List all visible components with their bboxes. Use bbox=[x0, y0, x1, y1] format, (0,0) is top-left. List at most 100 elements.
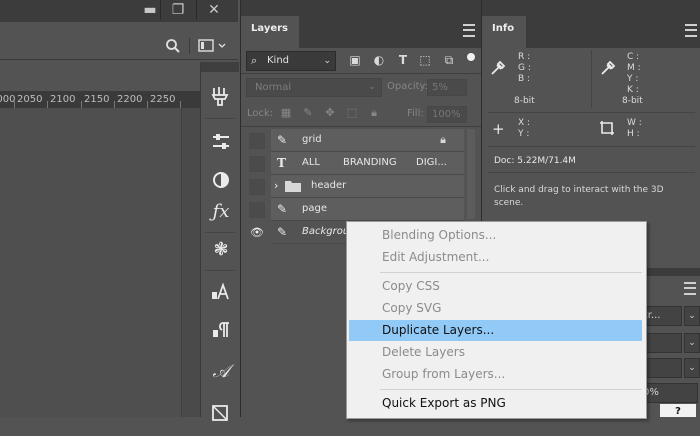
dock-grip[interactable] bbox=[201, 62, 239, 72]
b-label: B : bbox=[518, 74, 531, 84]
menu-item-copy-css[interactable]: Copy CSS bbox=[349, 276, 642, 297]
visibility-toggle[interactable] bbox=[249, 179, 265, 195]
divider bbox=[488, 112, 695, 113]
ruler-tick bbox=[114, 101, 115, 108]
bit-depth-right: 8-bit bbox=[622, 96, 643, 106]
layer-row-grid[interactable]: ✎ grid 🔒︎ bbox=[241, 129, 466, 152]
pixel-filter-icon[interactable]: ▣ bbox=[347, 52, 363, 68]
divider bbox=[488, 146, 695, 147]
panel-menu-icon[interactable] bbox=[685, 24, 697, 37]
visibility-toggle[interactable] bbox=[249, 133, 265, 149]
eyedropper-icon bbox=[491, 60, 506, 75]
chevron-down-icon: ⌄ bbox=[368, 82, 376, 92]
chevron-down-icon[interactable]: ⌄ bbox=[684, 358, 700, 378]
opacity-field[interactable]: 5% bbox=[427, 79, 467, 96]
search-icon[interactable] bbox=[165, 38, 181, 54]
type-layer-icon: T bbox=[277, 156, 286, 170]
shape-filter-icon[interactable]: ⬚ bbox=[417, 52, 433, 68]
layer-row-header[interactable]: › header bbox=[241, 175, 466, 198]
lock-label: Lock: bbox=[247, 108, 274, 119]
canvas-area[interactable] bbox=[0, 108, 181, 417]
ruler-tick bbox=[147, 101, 148, 108]
blend-mode-select[interactable]: Normal ⌄ bbox=[246, 78, 382, 97]
glyphs-icon[interactable]: 𝒜 bbox=[205, 356, 237, 388]
menu-item-blending-options[interactable]: Blending Options... bbox=[349, 225, 642, 246]
menu-item-delete-layers[interactable]: Delete Layers bbox=[349, 342, 642, 363]
menu-item-copy-svg[interactable]: Copy SVG bbox=[349, 298, 642, 319]
filter-kind-value: Kind bbox=[267, 55, 290, 66]
filter-kind-select[interactable]: ⌕ Kind ⌄ bbox=[246, 51, 336, 71]
chevron-down-icon[interactable]: ⌄ bbox=[684, 306, 700, 326]
y-coord-label: Y : bbox=[518, 129, 530, 139]
tab-layers[interactable]: Layers bbox=[241, 16, 299, 48]
brush-icon: ✎ bbox=[277, 202, 288, 216]
h-label: H : bbox=[627, 129, 640, 139]
brush-icon: ✎ bbox=[277, 133, 288, 147]
layer-body[interactable]: T ALL BRANDING DIGI... bbox=[271, 152, 464, 175]
close-button[interactable]: ✕ bbox=[196, 0, 231, 20]
adjust-icon[interactable] bbox=[205, 126, 237, 158]
folder-icon bbox=[285, 181, 301, 192]
layer-name-word: BRANDING bbox=[343, 157, 397, 168]
lock-transparent-icon[interactable]: ▦ bbox=[279, 106, 293, 120]
adjustment-filter-icon[interactable]: ◐ bbox=[371, 52, 387, 68]
styles-icon[interactable]: ƒx bbox=[205, 196, 237, 228]
type-filter-icon[interactable]: T bbox=[395, 52, 411, 68]
restore-button[interactable]: ❐ bbox=[160, 0, 195, 20]
smart-object-filter-icon[interactable]: ⧉ bbox=[441, 52, 457, 68]
visibility-toggle[interactable] bbox=[249, 156, 265, 172]
ruler-tick-label: 2150 bbox=[84, 94, 110, 105]
layer-body[interactable]: ✎ grid 🔒︎ bbox=[271, 129, 464, 152]
layers-scrollbar[interactable] bbox=[467, 129, 475, 219]
lock-paint-icon[interactable]: ✎ bbox=[301, 106, 315, 120]
layer-row-page[interactable]: ✎ page bbox=[241, 198, 466, 221]
swatch-icon[interactable] bbox=[205, 398, 237, 430]
lock-icon: 🔒︎ bbox=[440, 133, 446, 146]
crosshair-icon: + bbox=[492, 120, 505, 138]
filter-toggle[interactable] bbox=[467, 53, 475, 61]
g-label: G : bbox=[518, 63, 531, 73]
bit-depth-left: 8-bit bbox=[514, 96, 535, 106]
lock-artboard-icon[interactable]: ⬚ bbox=[345, 106, 359, 120]
eye-icon[interactable]: 👁︎ bbox=[249, 225, 265, 241]
workspace-icon[interactable] bbox=[198, 39, 228, 53]
fill-field[interactable]: 100% bbox=[427, 106, 467, 123]
menu-item-duplicate-layers[interactable]: Duplicate Layers... bbox=[349, 320, 642, 341]
info-tab-row: Info bbox=[482, 0, 700, 48]
help-button[interactable]: ? bbox=[660, 404, 696, 417]
layers-tab-row: Layers bbox=[241, 0, 481, 48]
menu-item-edit-adjustment[interactable]: Edit Adjustment... bbox=[349, 247, 642, 268]
layer-body[interactable]: ✎ page bbox=[271, 198, 464, 221]
ruler-tick-label: 2200 bbox=[117, 94, 143, 105]
canvas-pasteboard bbox=[181, 108, 201, 417]
gear-wheel-icon[interactable]: ❃ bbox=[205, 234, 237, 266]
percent-field[interactable]: 0% bbox=[640, 383, 698, 403]
divider bbox=[591, 50, 592, 108]
layer-row-text[interactable]: T ALL BRANDING DIGI... bbox=[241, 152, 466, 175]
panel-menu-icon[interactable] bbox=[463, 24, 475, 37]
panel-menu-icon[interactable] bbox=[684, 282, 696, 295]
layer-name-word: ALL bbox=[302, 157, 320, 168]
fill-label: Fill: bbox=[407, 108, 424, 119]
ruler-tick bbox=[81, 101, 82, 108]
ruler-tick-label: 2250 bbox=[150, 94, 176, 105]
brush-settings-icon[interactable] bbox=[205, 80, 237, 112]
menu-item-group-from-layers[interactable]: Group from Layers... bbox=[349, 364, 642, 385]
lock-move-icon[interactable]: ✥ bbox=[323, 106, 337, 120]
selection-size-icon bbox=[600, 121, 614, 135]
tab-info[interactable]: Info bbox=[482, 16, 526, 48]
lock-all-icon[interactable]: 🔒︎ bbox=[367, 106, 381, 120]
blend-mode-value: Normal bbox=[255, 82, 292, 93]
visibility-toggle[interactable] bbox=[249, 202, 265, 218]
chevron-down-icon[interactable]: ⌄ bbox=[684, 333, 700, 353]
divider bbox=[241, 126, 481, 127]
character-icon[interactable] bbox=[205, 276, 237, 308]
chevron-right-icon[interactable]: › bbox=[274, 175, 278, 197]
color-icon[interactable] bbox=[205, 164, 237, 196]
layer-body[interactable]: › header bbox=[271, 175, 464, 198]
ruler-tick-label: 2100 bbox=[50, 94, 76, 105]
layer-name: header bbox=[311, 180, 347, 191]
menu-item-quick-export-png[interactable]: Quick Export as PNG bbox=[349, 393, 642, 414]
paragraph-icon[interactable] bbox=[205, 314, 237, 346]
layer-context-menu: Blending Options... Edit Adjustment... C… bbox=[346, 221, 647, 419]
